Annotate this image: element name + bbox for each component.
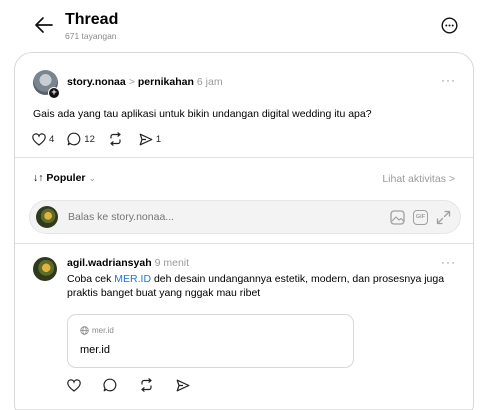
post-meta: story.nonaa > pernikahan 6 jam — [67, 76, 223, 88]
comment-actions — [67, 378, 212, 392]
reply-input[interactable] — [68, 211, 368, 223]
follow-plus-icon[interactable]: + — [48, 87, 60, 99]
repost-button[interactable] — [139, 378, 157, 392]
comment-icon — [67, 132, 84, 146]
share-button[interactable] — [176, 379, 193, 392]
comment-time: 9 menit — [154, 257, 190, 269]
preview-domain: mer.id — [92, 326, 114, 335]
expand-icon[interactable] — [436, 210, 451, 225]
post-topic[interactable]: pernikahan — [138, 76, 194, 88]
topic-separator: > — [128, 76, 135, 88]
view-count: 671 tayangan — [65, 31, 117, 41]
gif-icon[interactable]: GIF — [413, 210, 428, 225]
comment-icon — [103, 378, 120, 392]
heart-icon — [32, 132, 49, 146]
like-count: 4 — [49, 133, 55, 145]
send-icon — [176, 379, 193, 392]
sort-label: ↓↑ Populer — [33, 172, 86, 184]
post-more-button[interactable]: ··· — [441, 73, 456, 87]
thread-header: Thread 671 tayangan — [0, 0, 500, 50]
reply-count: 12 — [84, 133, 95, 145]
share-count: 1 — [155, 133, 162, 145]
globe-icon — [80, 326, 92, 335]
thread-card: + story.nonaa > pernikahan 6 jam ··· Gais a… — [14, 52, 474, 410]
divider — [15, 157, 473, 158]
share-button[interactable]: 1 — [139, 133, 161, 146]
like-button[interactable] — [67, 378, 84, 392]
more-options-icon[interactable] — [441, 17, 458, 34]
back-arrow-icon[interactable] — [34, 16, 54, 34]
chevron-down-icon: ⌄ — [88, 172, 97, 183]
send-icon — [139, 133, 156, 146]
heart-icon — [67, 378, 84, 392]
post-text: Gais ada yang tau aplikasi untuk bikin u… — [33, 108, 372, 120]
post-actions: 4 12 1 — [32, 132, 174, 146]
comment-text: Coba cek MER.ID deh desain undangannya e… — [67, 272, 462, 300]
repost-button[interactable] — [108, 132, 126, 146]
avatar[interactable] — [33, 257, 57, 281]
comment-text-before: Coba cek — [67, 273, 115, 285]
avatar — [36, 206, 58, 228]
post-time: 6 jam — [196, 76, 223, 88]
repost-icon — [108, 132, 126, 146]
page-title: Thread — [65, 11, 119, 28]
reply-button[interactable]: 12 — [67, 132, 95, 146]
link-preview-card[interactable]: mer.id mer.id — [67, 314, 354, 368]
like-button[interactable]: 4 — [32, 132, 55, 146]
view-activity-link[interactable]: Lihat aktivitas > — [382, 173, 455, 185]
comment-meta: agil.wadriansyah 9 menit — [67, 257, 189, 269]
reply-button[interactable] — [103, 378, 120, 392]
comment-username[interactable]: agil.wadriansyah — [67, 257, 152, 269]
sort-dropdown[interactable]: ↓↑ Populer ⌄ — [33, 172, 96, 184]
reply-composer[interactable]: GIF — [29, 200, 461, 234]
reply-attachments: GIF — [390, 210, 451, 225]
preview-domain-row: mer.id — [80, 326, 114, 335]
post-username[interactable]: story.nonaa — [67, 76, 126, 88]
preview-title: mer.id — [80, 344, 110, 356]
comment-more-button[interactable]: ··· — [441, 255, 456, 269]
divider — [15, 243, 473, 244]
repost-icon — [139, 378, 157, 392]
image-icon[interactable] — [390, 210, 405, 225]
comment-link[interactable]: MER.ID — [114, 273, 151, 285]
